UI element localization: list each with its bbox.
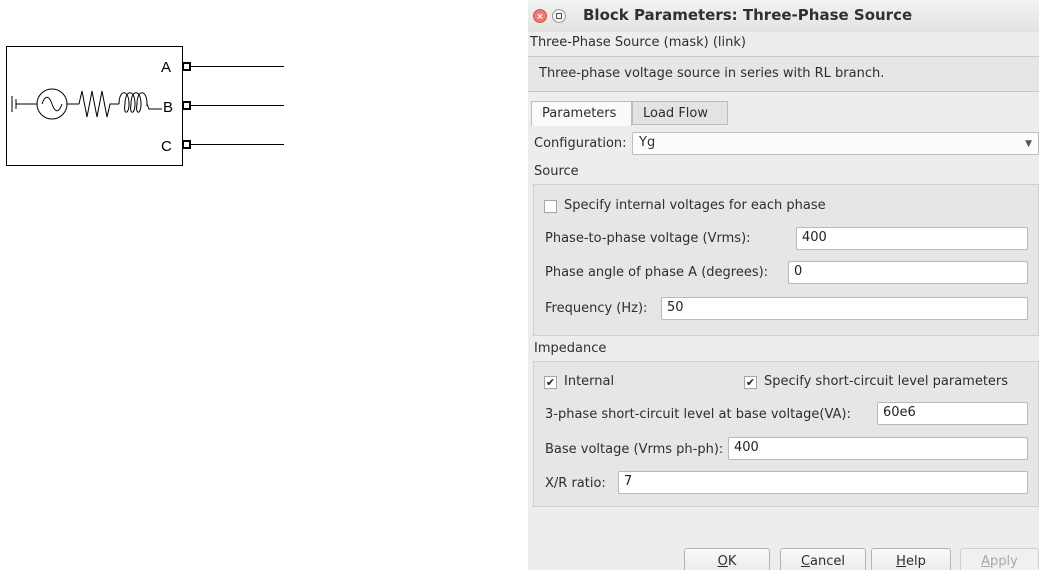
phase-voltage-value: 400 <box>802 230 827 245</box>
help-label: elp <box>905 554 926 569</box>
chevron-down-icon: ▼ <box>1025 139 1032 149</box>
ok-mnemonic: O <box>717 554 728 569</box>
specify-internal-checkbox[interactable] <box>544 200 557 213</box>
port-b[interactable] <box>182 101 191 110</box>
description-text: Three-phase voltage source in series wit… <box>539 66 885 81</box>
base-voltage-label: Base voltage (Vrms ph-ph): <box>545 442 724 457</box>
phase-angle-label: Phase angle of phase A (degrees): <box>545 265 769 280</box>
source-panel: Specify internal voltages for each phase… <box>533 184 1039 336</box>
sc-level-value: 60e6 <box>883 405 916 420</box>
description-box: Three-phase voltage source in series wit… <box>528 56 1039 92</box>
wire-b[interactable] <box>191 105 284 106</box>
apply-mnemonic: A <box>981 554 991 569</box>
tab-parameters-label: Parameters <box>542 106 617 121</box>
specify-internal-label: Specify internal voltages for each phase <box>564 198 826 213</box>
apply-button[interactable]: Apply <box>960 548 1039 570</box>
cancel-button[interactable]: Cancel <box>780 548 866 570</box>
sc-level-field[interactable]: 60e6 <box>877 402 1028 425</box>
maximize-icon[interactable] <box>552 9 566 23</box>
sc-level-label: 3-phase short-circuit level at base volt… <box>545 407 851 422</box>
wire-c[interactable] <box>191 144 284 145</box>
block-parameters-dialog: × Block Parameters: Three-Phase Source T… <box>528 0 1039 570</box>
internal-checkbox[interactable]: ✔ <box>544 376 557 389</box>
frequency-value: 50 <box>667 300 684 315</box>
port-c[interactable] <box>182 140 191 149</box>
impedance-panel: ✔ Internal ✔ Specify short-circuit level… <box>533 361 1039 507</box>
tab-load-flow-label: Load Flow <box>643 106 708 121</box>
phase-voltage-field[interactable]: 400 <box>796 227 1028 250</box>
phase-angle-field[interactable]: 0 <box>788 261 1028 284</box>
help-mnemonic: H <box>896 554 906 569</box>
frequency-field[interactable]: 50 <box>661 297 1028 320</box>
wire-a[interactable] <box>191 66 284 67</box>
port-c-label: C <box>161 138 172 155</box>
configuration-label: Configuration: <box>534 136 627 151</box>
close-icon[interactable]: × <box>533 9 547 23</box>
tab-parameters[interactable]: Parameters <box>531 101 632 126</box>
xr-ratio-field[interactable]: 7 <box>618 471 1028 494</box>
cancel-label: ancel <box>810 554 846 569</box>
xr-ratio-value: 7 <box>624 474 633 489</box>
impedance-heading: Impedance <box>534 341 607 356</box>
port-b-label: B <box>163 99 174 116</box>
base-voltage-value: 400 <box>734 440 759 455</box>
frequency-label: Frequency (Hz): <box>545 301 648 316</box>
help-button[interactable]: Help <box>871 548 951 570</box>
internal-label: Internal <box>564 374 615 389</box>
xr-ratio-label: X/R ratio: <box>545 476 606 491</box>
mask-link-label: Three-Phase Source (mask) (link) <box>530 35 746 50</box>
phase-voltage-label: Phase-to-phase voltage (Vrms): <box>545 231 751 246</box>
title-bar[interactable]: × Block Parameters: Three-Phase Source <box>528 0 1039 32</box>
ok-button[interactable]: OK <box>684 548 770 570</box>
base-voltage-field[interactable]: 400 <box>728 437 1028 460</box>
ok-label: K <box>727 554 737 569</box>
cancel-mnemonic: C <box>800 554 811 569</box>
specify-sc-checkbox[interactable]: ✔ <box>744 376 757 389</box>
port-a[interactable] <box>182 62 191 71</box>
source-heading: Source <box>534 164 579 179</box>
configuration-value: Yg <box>639 135 656 150</box>
apply-label: pply <box>990 554 1018 569</box>
dialog-title: Block Parameters: Three-Phase Source <box>583 6 913 24</box>
specify-sc-label: Specify short-circuit level parameters <box>764 374 1009 389</box>
source-symbol-icon <box>11 88 162 120</box>
port-a-label: A <box>161 59 172 76</box>
phase-angle-value: 0 <box>794 264 803 279</box>
tab-load-flow[interactable]: Load Flow <box>632 101 728 125</box>
configuration-select[interactable]: Yg ▼ <box>632 132 1039 155</box>
three-phase-source-block[interactable]: A B C <box>6 46 183 166</box>
